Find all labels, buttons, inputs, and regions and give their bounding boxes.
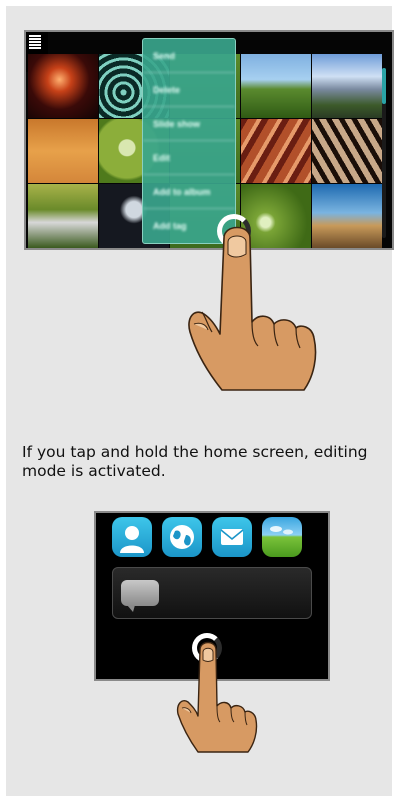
illustration-panel: 3.5G Send Delete Slide show E (6, 6, 394, 796)
thumbnail-waterfall[interactable] (28, 184, 98, 248)
browser-globe-icon[interactable] (162, 517, 202, 557)
signal-strength-icon (29, 35, 41, 55)
menu-item-delete[interactable]: Delete (143, 73, 235, 107)
scrollbar-thumb[interactable] (382, 68, 386, 104)
pointing-hand-icon (176, 641, 258, 753)
scrollbar[interactable] (382, 68, 386, 238)
pointing-hand-icon (188, 226, 317, 391)
instruction-caption: If you tap and hold the home screen, edi… (22, 443, 368, 480)
thumbnail-canyon[interactable] (241, 119, 311, 183)
thumbnail-zebra[interactable] (312, 119, 382, 183)
gallery-landscape-icon[interactable] (262, 517, 302, 557)
thumbnail-grass[interactable] (241, 54, 311, 118)
message-bubble-icon (121, 580, 159, 612)
messaging-widget[interactable] (112, 567, 312, 619)
menu-item-add-to-album[interactable]: Add to album (143, 175, 235, 209)
mail-icon[interactable] (212, 517, 252, 557)
thumbnail-fireworks[interactable] (28, 54, 98, 118)
contacts-icon[interactable] (112, 517, 152, 557)
thumbnail-mountains[interactable] (312, 54, 382, 118)
menu-item-slide-show[interactable]: Slide show (143, 107, 235, 141)
menu-item-send[interactable]: Send (143, 39, 235, 73)
menu-item-edit[interactable]: Edit (143, 141, 235, 175)
app-shortcuts-bar (112, 517, 302, 557)
thumbnail-dunes[interactable] (28, 119, 98, 183)
